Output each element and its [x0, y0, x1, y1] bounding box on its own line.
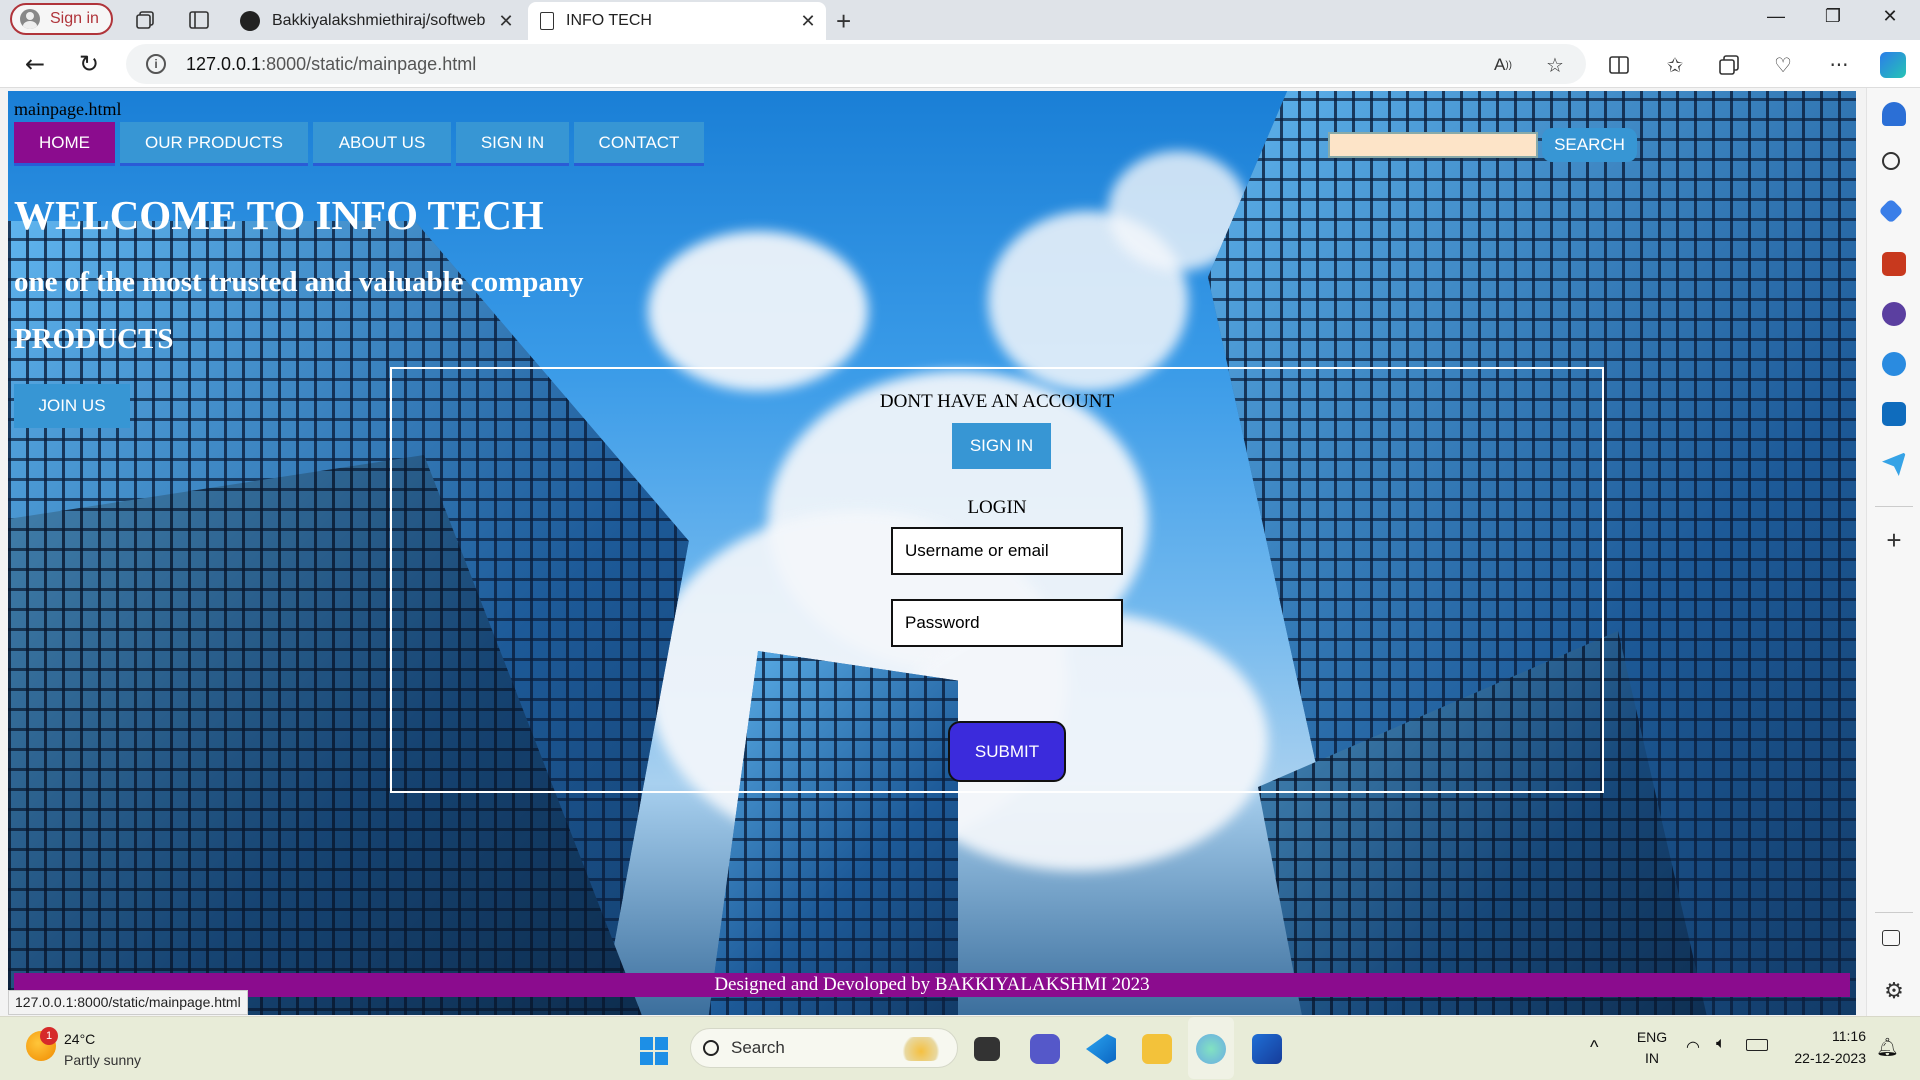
read-aloud-icon[interactable]: A)) [1490, 52, 1516, 78]
sign-in-button[interactable]: SIGN IN [952, 423, 1051, 469]
show-hidden-icons[interactable]: ^ [1590, 1037, 1598, 1058]
password-field[interactable]: Password [891, 599, 1123, 647]
page-file-label: mainpage.html [14, 99, 122, 119]
new-tab-button[interactable]: + [836, 6, 851, 37]
nav-our-products[interactable]: OUR PRODUCTS [120, 122, 308, 166]
github-icon [240, 11, 260, 31]
tab-close-icon[interactable]: ✕ [496, 11, 516, 32]
restore-icon[interactable]: ❐ [1813, 6, 1853, 27]
copilot-icon[interactable] [1880, 52, 1906, 78]
games-icon[interactable] [1882, 302, 1906, 326]
language-bottom[interactable]: IN [1634, 1050, 1670, 1066]
teams-chat-icon[interactable] [1030, 1034, 1060, 1064]
main-nav: HOME OUR PRODUCTS ABOUT US SIGN IN CONTA… [14, 122, 709, 166]
task-view-icon[interactable] [974, 1037, 1000, 1061]
collections-icon[interactable] [1716, 52, 1742, 78]
url-text: 127.0.0.1:8000/static/mainpage.html [186, 54, 476, 75]
tab-info-tech[interactable]: INFO TECH ✕ [528, 2, 826, 40]
tagline: one of the most trusted and valuable com… [14, 266, 584, 298]
url-host: 127.0.0.1 [186, 53, 262, 74]
status-bar-url: 127.0.0.1:8000/static/mainpage.html [8, 990, 248, 1015]
profile-signin-label: Sign in [50, 10, 99, 27]
windows-start-icon[interactable] [640, 1037, 668, 1065]
language-top[interactable]: ENG [1634, 1029, 1670, 1045]
url-path: :8000/static/mainpage.html [261, 53, 477, 74]
weather-badge: 1 [40, 1027, 58, 1045]
tab-title: INFO TECH [566, 12, 652, 29]
favorite-star-icon[interactable]: ☆ [1542, 52, 1568, 78]
tools-icon[interactable] [1882, 252, 1906, 276]
nav-contact[interactable]: CONTACT [574, 122, 704, 166]
welcome-heading: WELCOME TO INFO TECH [14, 192, 544, 238]
more-menu-icon[interactable]: ··· [1826, 52, 1852, 78]
tab-close-icon[interactable]: ✕ [798, 11, 818, 32]
profile-signin-button[interactable]: Sign in [10, 3, 113, 35]
search-input[interactable] [1328, 132, 1538, 158]
search-button[interactable]: SEARCH [1542, 128, 1637, 162]
minimize-icon[interactable]: — [1756, 6, 1796, 27]
sidebar-divider [1875, 912, 1913, 913]
search-sidebar-icon[interactable] [1882, 152, 1900, 170]
sidebar-divider [1875, 506, 1913, 507]
favorites-icon[interactable]: ✩ [1662, 52, 1688, 78]
battery-icon[interactable] [1746, 1039, 1768, 1051]
site-info-icon[interactable]: i [146, 54, 166, 74]
tab-actions-icon[interactable] [187, 8, 211, 32]
nav-home[interactable]: HOME [14, 122, 115, 166]
sidebar-settings-gear-icon[interactable]: ⚙ [1882, 980, 1906, 1004]
search-highlight-icon [899, 1037, 943, 1061]
windows-taskbar: 1 24°C Partly sunny Search ^ ENG IN ◠ 🔈︎… [0, 1016, 1920, 1080]
hide-sidebar-icon[interactable] [1882, 930, 1900, 946]
notification-bell-icon[interactable]: 🔔︎ [1876, 1037, 1899, 1058]
taskbar-search[interactable]: Search [690, 1028, 958, 1068]
back-icon[interactable]: ← [20, 49, 50, 79]
add-sidebar-app-icon[interactable]: + [1882, 527, 1906, 553]
page-footer: Designed and Devoloped by BAKKIYALAKSHMI… [14, 973, 1850, 997]
workspaces-icon[interactable] [134, 8, 158, 32]
vscode-icon[interactable] [1086, 1034, 1116, 1064]
web-page-viewport: mainpage.html HOME OUR PRODUCTS ABOUT US… [8, 91, 1856, 1015]
weather-temp[interactable]: 24°C [64, 1031, 95, 1047]
no-account-text: DONT HAVE AN ACCOUNT [879, 391, 1115, 412]
weather-desc[interactable]: Partly sunny [64, 1052, 141, 1068]
volume-icon[interactable]: 🔈︎ [1716, 1035, 1726, 1053]
clock-time[interactable]: 11:16 [1786, 1028, 1866, 1044]
clock-date[interactable]: 22-12-2023 [1776, 1050, 1866, 1066]
tab-title: Bakkiyalakshmiethiraj/softweb [272, 12, 486, 29]
edge-sidebar: + ⚙ [1866, 88, 1920, 1016]
taskbar-search-label: Search [731, 1038, 785, 1057]
address-bar-row: ← ↻ i 127.0.0.1:8000/static/mainpage.htm… [0, 40, 1920, 88]
file-explorer-icon[interactable] [1142, 1034, 1172, 1064]
close-window-icon[interactable]: ✕ [1870, 6, 1910, 27]
browser-essentials-icon[interactable]: ♡ [1770, 52, 1796, 78]
search-icon [703, 1040, 719, 1056]
nav-sign-in[interactable]: SIGN IN [456, 122, 569, 166]
microsoft365-icon[interactable] [1882, 352, 1906, 376]
products-heading: PRODUCTS [14, 323, 174, 355]
username-field[interactable]: Username or email [891, 527, 1123, 575]
drop-icon[interactable] [1882, 452, 1906, 476]
wifi-icon[interactable]: ◠ [1686, 1037, 1700, 1057]
login-heading: LOGIN [967, 497, 1027, 518]
edge-active-highlight [1188, 1017, 1234, 1079]
url-field[interactable]: i 127.0.0.1:8000/static/mainpage.html [126, 44, 1586, 84]
nav-about-us[interactable]: ABOUT US [313, 122, 451, 166]
outlook-icon[interactable] [1882, 402, 1906, 426]
submit-button[interactable]: SUBMIT [948, 721, 1066, 782]
refresh-icon[interactable]: ↻ [74, 49, 104, 79]
join-us-button[interactable]: JOIN US [14, 384, 130, 428]
page-icon [540, 12, 554, 30]
shopping-tag-icon[interactable] [1878, 198, 1904, 224]
profile-avatar-icon [20, 9, 40, 29]
notifications-icon[interactable] [1882, 102, 1906, 126]
browser-tab-bar: Sign in Bakkiyalakshmiethiraj/softweb ✕ … [0, 0, 1920, 40]
tab-github[interactable]: Bakkiyalakshmiethiraj/softweb ✕ [232, 2, 524, 40]
split-screen-icon[interactable] [1606, 52, 1632, 78]
store-icon[interactable] [1252, 1034, 1282, 1064]
login-panel: DONT HAVE AN ACCOUNT SIGN IN LOGIN Usern… [390, 367, 1604, 793]
